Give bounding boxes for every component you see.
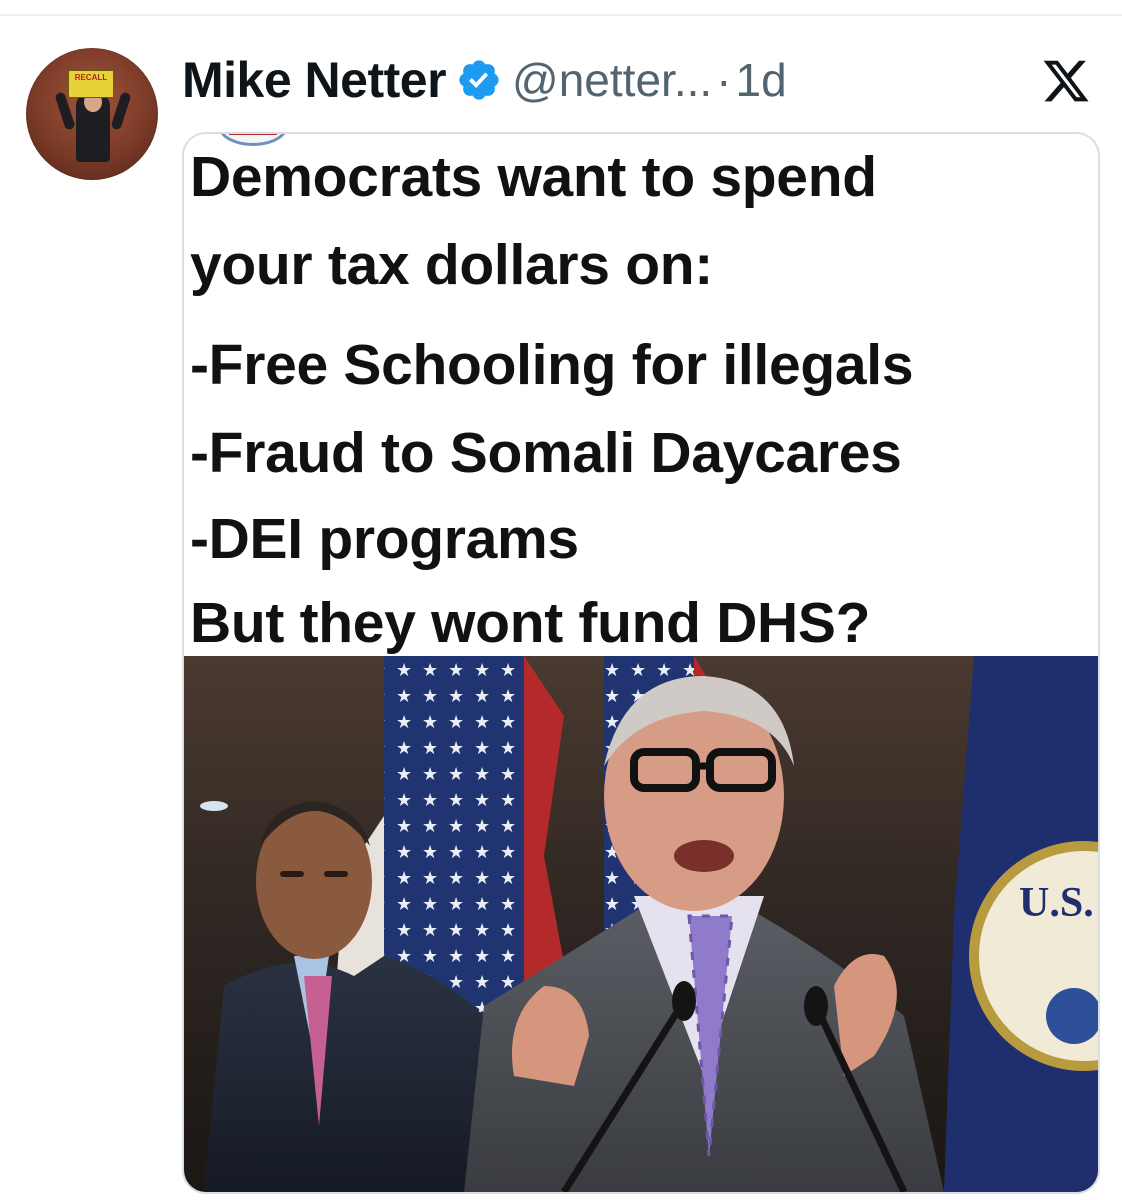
post-header: Mike Netter @netter... · 1d	[182, 48, 787, 112]
meme-text-line: your tax dollars on:	[190, 233, 713, 297]
meme-text-line: -DEI programs	[190, 507, 579, 571]
meme-text-line: But they wont fund DHS?	[190, 591, 871, 655]
post-timestamp[interactable]: 1d	[736, 53, 787, 107]
post-media-card[interactable]: Democrats want to spend your tax dollars…	[182, 132, 1100, 1194]
meme-text-line: -Free Schooling for illegals	[190, 333, 914, 397]
svg-text:U.S.: U.S.	[1019, 880, 1094, 926]
avatar-recall-sign: RECALL	[68, 70, 114, 98]
x-logo-icon[interactable]	[1040, 56, 1092, 106]
meme-text-line: -Fraud to Somali Daycares	[190, 421, 902, 485]
meme-text-line: Democrats want to spend	[190, 145, 877, 209]
press-conference-photo: ★ U.S.	[184, 656, 1098, 1192]
author-handle[interactable]: @netter...	[512, 53, 712, 107]
meme-text-panel: Democrats want to spend your tax dollars…	[184, 134, 1098, 656]
author-display-name[interactable]: Mike Netter	[182, 51, 447, 109]
verified-badge-icon	[459, 60, 499, 100]
header-separator: ·	[716, 54, 732, 106]
author-avatar[interactable]: RECALL	[26, 48, 158, 180]
top-divider	[0, 14, 1122, 16]
